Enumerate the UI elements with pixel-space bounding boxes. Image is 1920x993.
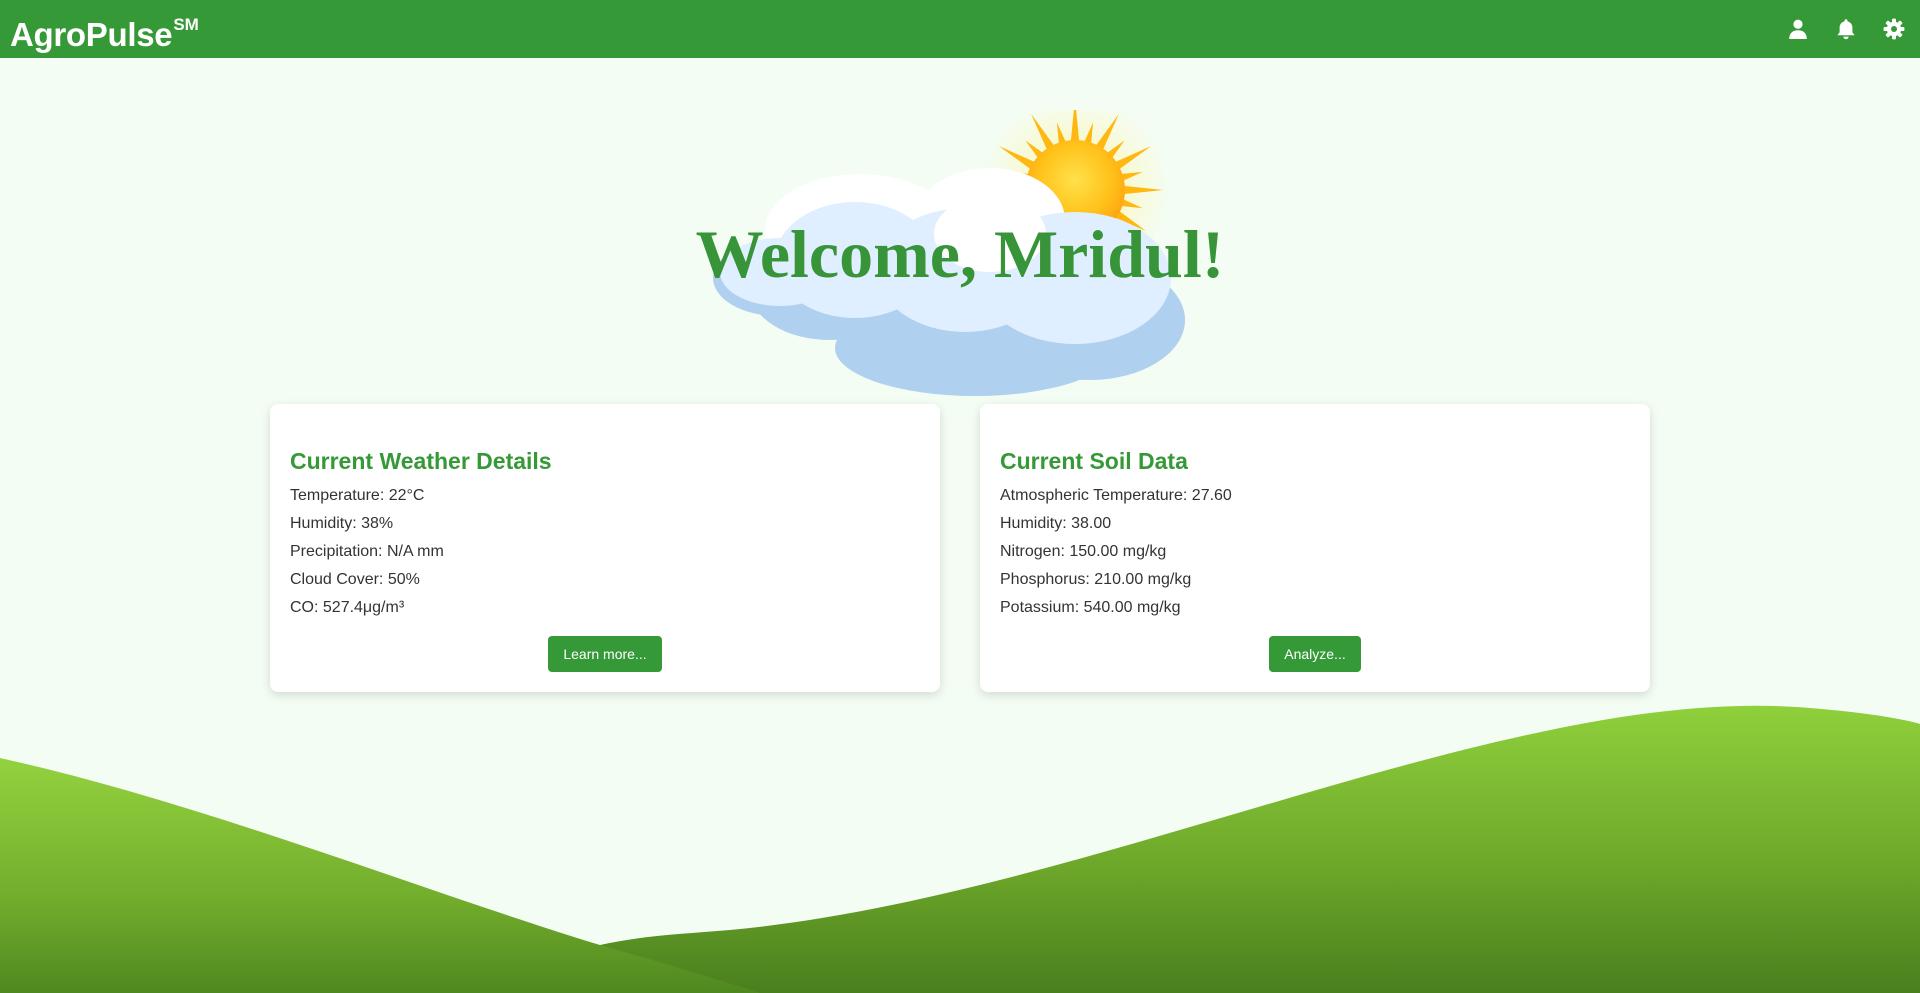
brand-name: AgroPulse	[10, 16, 173, 53]
temperature-line: Temperature: 22°C	[290, 487, 425, 504]
weather-details-list: Temperature: 22°C Humidity: 38% Precipit…	[290, 482, 444, 622]
right-hill	[560, 705, 1920, 993]
soil-card: Current Soil Data Atmospheric Temperatur…	[980, 404, 1650, 692]
gear-icon[interactable]	[1882, 17, 1906, 41]
humidity-line: Humidity: 38%	[290, 515, 394, 532]
user-icon[interactable]	[1786, 17, 1810, 41]
weather-card-title: Current Weather Details	[290, 448, 552, 474]
soil-card-title: Current Soil Data	[1000, 448, 1188, 474]
brand-logo[interactable]: AgroPulseSM	[10, 11, 199, 53]
weather-card: Current Weather Details Temperature: 22°…	[270, 404, 940, 692]
phosphorus-line: Phosphorus: 210.00 mg/kg	[1000, 571, 1192, 588]
hills-background	[0, 705, 1920, 993]
learn-more-button[interactable]: Learn more...	[548, 636, 662, 672]
soil-humidity-line: Humidity: 38.00	[1000, 515, 1112, 532]
app-page: AgroPulseSM Welcome, Mridul! Current Wea…	[0, 0, 1920, 993]
welcome-heading: Welcome, Mridul!	[695, 216, 1225, 292]
potassium-line: Potassium: 540.00 mg/kg	[1000, 599, 1181, 616]
soil-data-list: Atmospheric Temperature: 27.60 Humidity:…	[1000, 482, 1232, 622]
brand-service-mark: SM	[173, 15, 199, 34]
co-line: CO: 527.4μg/m³	[290, 599, 405, 616]
analyze-button[interactable]: Analyze...	[1269, 636, 1361, 672]
top-navbar: AgroPulseSM	[0, 0, 1920, 58]
precipitation-line: Precipitation: N/A mm	[290, 543, 444, 560]
nitrogen-line: Nitrogen: 150.00 mg/kg	[1000, 543, 1167, 560]
bell-icon[interactable]	[1834, 17, 1858, 41]
cloud-cover-line: Cloud Cover: 50%	[290, 571, 420, 588]
atmospheric-temperature-line: Atmospheric Temperature: 27.60	[1000, 487, 1232, 504]
